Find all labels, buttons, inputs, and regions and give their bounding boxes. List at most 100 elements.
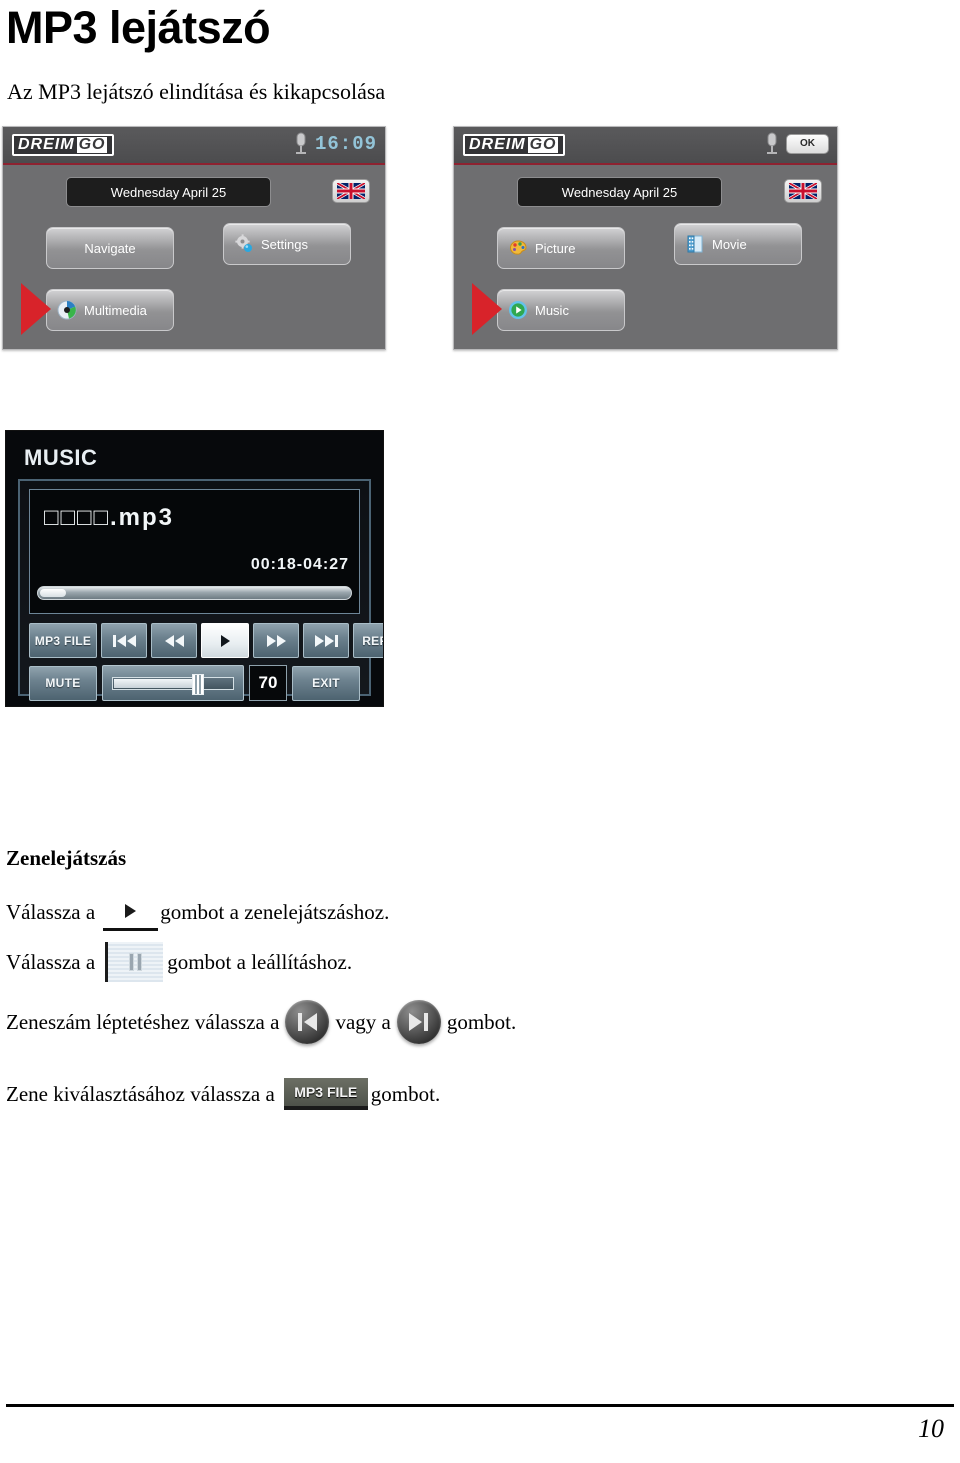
gps-antenna-icon: [295, 132, 306, 154]
previous-track-icon: [297, 1013, 317, 1031]
track-time-display: 00:18-04:27: [250, 556, 349, 573]
mp3-file-button[interactable]: MP3 FILE: [29, 623, 97, 658]
gps-antenna-icon: [767, 132, 777, 154]
gear-icon: [235, 234, 252, 252]
language-flag-button[interactable]: [784, 179, 822, 203]
repeat-button[interactable]: REPEAT: [353, 623, 383, 658]
ok-button[interactable]: OK: [786, 134, 829, 154]
track-filename: □□□□.mp3: [44, 504, 174, 531]
transport-controls-row: MP3 FILE RE: [29, 623, 383, 658]
volume-slider-fill: [114, 678, 196, 688]
play-icon: [220, 634, 230, 647]
mp3-player-title: MUSIC: [24, 445, 98, 470]
device-header-bar: DREIM GO OK: [454, 127, 837, 165]
next-track-icon: [314, 634, 338, 647]
instruction-text: gombot.: [446, 1010, 517, 1034]
menu-button-picture[interactable]: Picture: [497, 227, 625, 269]
device-body: Wednesday April 25 Navigate Settings Mul…: [3, 165, 385, 349]
volume-slider[interactable]: [102, 665, 244, 701]
header-status-area: 16:09: [294, 127, 377, 161]
menu-button-movie[interactable]: Movie: [674, 223, 802, 265]
play-circle-icon: [509, 301, 527, 319]
uk-flag-icon: [789, 183, 817, 199]
rewind-button[interactable]: [151, 623, 197, 658]
volume-slider-groove: [112, 673, 234, 695]
instruction-select-music: Zene kiválasztásához válassza a MP3 FILE…: [6, 1078, 440, 1110]
red-arrow-pointer-icon: [21, 283, 51, 335]
play-icon: [125, 903, 137, 918]
fast-forward-button[interactable]: [253, 623, 299, 658]
menu-button-label: Navigate: [84, 240, 136, 256]
header-status-area: OK: [765, 127, 829, 161]
rewind-icon: [164, 634, 184, 647]
inline-next-track-button-image: [396, 1000, 441, 1044]
disc-icon: [57, 300, 77, 320]
document-page: MP3 lejátszó Az MP3 lejátszó elindítása …: [0, 0, 960, 1463]
mute-button[interactable]: MUTE: [29, 665, 97, 701]
progress-bar[interactable]: [37, 586, 352, 600]
volume-slider-knob[interactable]: [192, 673, 205, 695]
device-header-bar: DREIM GO 16:09: [3, 127, 385, 165]
device-screenshot-multimedia-menu: DREIM GO OK Wednesday April 25 Picture M…: [453, 126, 838, 350]
next-track-button[interactable]: [303, 623, 349, 658]
menu-button-label: Multimedia: [84, 302, 147, 318]
logo-suffix-text: GO: [527, 136, 559, 153]
section-heading-zenelejatszas: Zenelejátszás: [6, 846, 127, 870]
menu-button-label: Movie: [712, 236, 747, 252]
instruction-text: Zene kiválasztásához válassza a: [6, 1082, 275, 1106]
logo-main-text: DREIM: [18, 136, 75, 153]
logo-main-text: DREIM: [469, 136, 526, 153]
instruction-text: gombot a leállításhoz.: [167, 950, 353, 974]
instruction-text: gombot.: [370, 1082, 441, 1106]
instruction-text: Válassza a: [6, 900, 96, 924]
clock-display: 16:09: [314, 133, 377, 155]
instruction-skip-track: Zeneszám léptetéshez válassza a vagy a g…: [6, 1000, 516, 1044]
instruction-text: vagy a: [335, 1010, 391, 1034]
instruction-text: Válassza a: [6, 950, 96, 974]
instruction-text: gombot a zenelejátszáshoz.: [160, 900, 390, 924]
menu-button-label: Music: [535, 302, 569, 318]
page-title: MP3 lejátszó: [6, 2, 271, 53]
logo-suffix-text: GO: [76, 136, 108, 153]
play-button[interactable]: [201, 623, 249, 658]
uk-flag-icon: [337, 183, 365, 199]
menu-button-settings[interactable]: Settings: [223, 223, 351, 265]
footer-divider: [6, 1404, 954, 1407]
date-display: Wednesday April 25: [66, 177, 271, 207]
mp3-player-screenshot: MUSIC □□□□.mp3 00:18-04:27 MP3 FILE RE M…: [5, 430, 384, 707]
instruction-play: Válassza a gombot a zenelejátszáshoz.: [6, 893, 389, 931]
exit-button[interactable]: EXIT: [292, 665, 360, 701]
previous-track-button[interactable]: [101, 623, 147, 658]
menu-button-music[interactable]: Music: [497, 289, 625, 331]
palette-icon: [509, 240, 527, 255]
instruction-pause: Válassza a gombot a leállításhoz.: [6, 942, 352, 982]
mp3-player-body: □□□□.mp3 00:18-04:27 MP3 FILE RE MUTE 70…: [18, 479, 383, 701]
red-arrow-pointer-icon: [472, 283, 502, 335]
inline-play-button-image: [103, 893, 159, 931]
pause-icon: [137, 953, 143, 971]
dreimgo-logo: DREIM GO: [12, 134, 115, 156]
pause-icon: [129, 953, 135, 971]
language-flag-button[interactable]: [332, 179, 370, 203]
previous-track-icon: [112, 634, 136, 647]
next-track-icon: [409, 1013, 429, 1031]
date-display: Wednesday April 25: [517, 177, 722, 207]
menu-button-multimedia[interactable]: Multimedia: [46, 289, 174, 331]
device-screenshot-main-menu: DREIM GO 16:09 Wednesday April 25 Naviga…: [2, 126, 386, 350]
menu-button-navigate[interactable]: Navigate: [46, 227, 174, 269]
inline-previous-track-button-image: [285, 1000, 330, 1044]
volume-value-display: 70: [249, 665, 287, 701]
progress-bar-fill: [40, 589, 66, 597]
device-body: Wednesday April 25 Picture Movie Music: [454, 165, 837, 349]
inline-mp3-file-button-image: MP3 FILE: [283, 1078, 368, 1110]
menu-button-label: Picture: [535, 240, 576, 256]
instruction-text: Zeneszám léptetéshez válassza a: [6, 1010, 280, 1034]
dreimgo-logo: DREIM GO: [463, 134, 566, 156]
page-subtitle: Az MP3 lejátszó elindítása és kikapcsolá…: [7, 79, 386, 104]
inline-pause-button-image: [105, 942, 164, 982]
fast-forward-icon: [266, 634, 286, 647]
menu-button-label: Settings: [261, 236, 308, 252]
volume-controls-row: MUTE 70 EXIT: [29, 665, 360, 701]
page-number: 10: [918, 1414, 944, 1443]
film-icon: [687, 235, 703, 253]
